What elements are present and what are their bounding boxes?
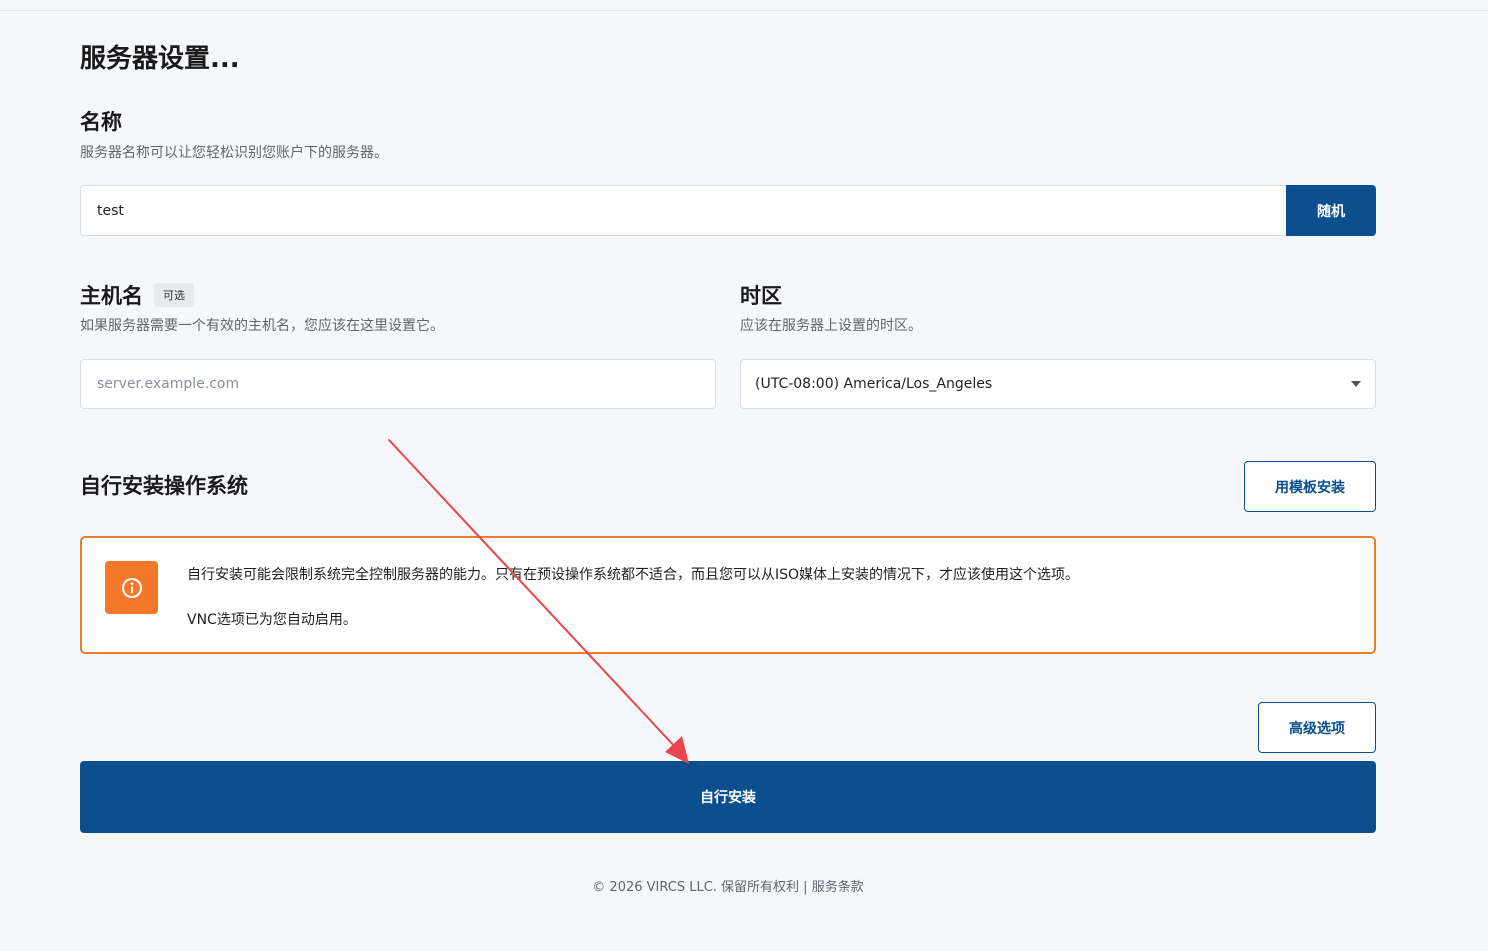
- warning-message: 自行安装可能会限制系统完全控制服务器的能力。只有在预设操作系统都不适合，而且您可…: [187, 567, 1080, 583]
- advanced-options-button[interactable]: 高级选项: [1258, 702, 1376, 753]
- page-title: 服务器设置...: [80, 44, 240, 74]
- optional-badge: 可选: [154, 283, 194, 307]
- footer-copyright: © 2026 VIRCS LLC. 保留所有权利 | 服务条款: [592, 880, 864, 895]
- timezone-select[interactable]: (UTC-08:00) America/Los_Angeles: [740, 359, 1376, 409]
- hostname-input[interactable]: server.example.com: [80, 359, 716, 409]
- server-name-input[interactable]: test: [80, 185, 1287, 236]
- self-install-button[interactable]: 自行安装: [80, 761, 1376, 833]
- hostname-section-description: 如果服务器需要一个有效的主机名，您应该在这里设置它。: [80, 318, 444, 334]
- timezone-section-description: 应该在服务器上设置的时区。: [740, 318, 922, 334]
- install-from-template-button[interactable]: 用模板安装: [1244, 461, 1376, 512]
- timezone-selected-value: (UTC-08:00) America/Los_Angeles: [755, 376, 993, 392]
- top-divider: [0, 10, 1488, 11]
- hostname-section-title: 主机名: [80, 284, 143, 308]
- hostname-placeholder: server.example.com: [97, 376, 240, 392]
- name-section-description: 服务器名称可以让您轻松识别您账户下的服务器。: [80, 145, 388, 161]
- os-section-title: 自行安装操作系统: [80, 474, 248, 498]
- timezone-section-title: 时区: [740, 284, 782, 308]
- random-name-button[interactable]: 随机: [1286, 185, 1376, 236]
- server-name-value: test: [97, 202, 124, 219]
- info-icon: [121, 577, 142, 598]
- name-section-title: 名称: [80, 110, 122, 134]
- vnc-note: VNC选项已为您自动启用。: [187, 612, 357, 628]
- chevron-down-icon: [1351, 381, 1361, 387]
- annotation-arrow-head: [665, 736, 689, 764]
- info-icon-tile: [105, 561, 158, 614]
- self-install-warning: 自行安装可能会限制系统完全控制服务器的能力。只有在预设操作系统都不适合，而且您可…: [80, 536, 1376, 654]
